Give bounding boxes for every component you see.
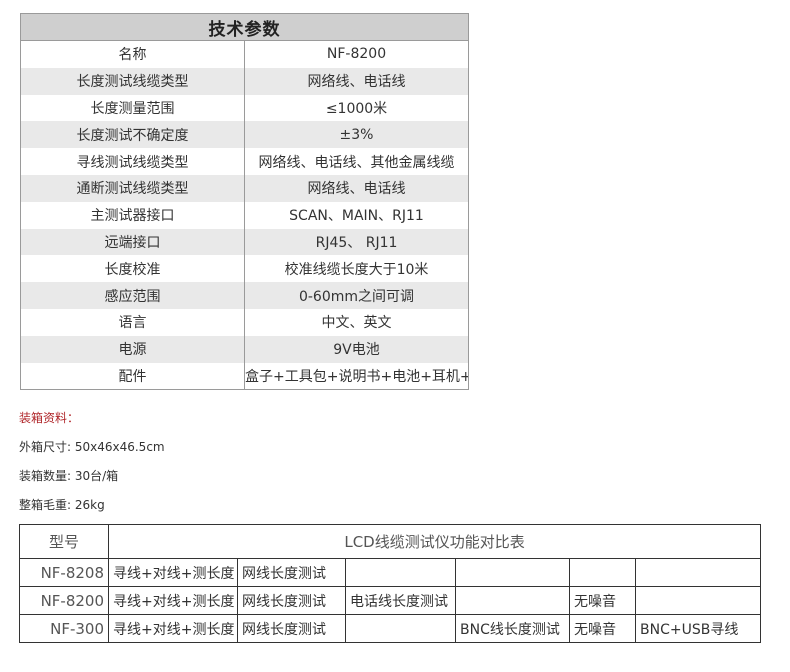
spec-row: 通断测试线缆类型 网络线、电话线 — [20, 174, 469, 202]
spec-name: 长度测试不确定度 — [20, 121, 245, 149]
spec-row: 配件 盒子+工具包+说明书+电池+耳机+鳄鱼夹 — [20, 362, 469, 390]
spec-name: 通断测试线缆类型 — [20, 174, 245, 202]
comparison-row: NF-300 寻线+对线+测长度 网线长度测试 BNC线长度测试 无噪音 BNC… — [19, 614, 762, 643]
spec-row: 长度校准 校准线缆长度大于10米 — [20, 255, 469, 283]
feature-cell: 电话线长度测试 — [345, 586, 456, 615]
spec-row: 长度测量范围 ≤1000米 — [20, 94, 469, 122]
feature-cell — [345, 558, 456, 587]
spec-name: 名称 — [20, 40, 245, 68]
comparison-header-row: 型号 LCD线缆测试仪功能对比表 — [19, 524, 762, 559]
spec-table: 技术参数 名称 NF-8200 长度测试线缆类型 网络线、电话线 长度测量范围 … — [20, 13, 469, 391]
spec-value: 网络线、电话线、其他金属线缆 — [244, 148, 469, 175]
spec-row: 远端接口 RJ45、 RJ11 — [20, 228, 469, 256]
model-header: 型号 — [19, 524, 109, 559]
spec-row: 主测试器接口 SCAN、MAIN、RJ11 — [20, 201, 469, 229]
spec-name: 长度测量范围 — [20, 94, 245, 122]
feature-cell — [345, 614, 456, 643]
spec-value: ≤1000米 — [244, 94, 469, 122]
spec-name: 远端接口 — [20, 228, 245, 256]
feature-cell — [634, 558, 762, 587]
feature-cell — [455, 586, 570, 615]
spec-value: 中文、英文 — [244, 308, 469, 336]
feature-cell — [455, 558, 570, 587]
spec-value: NF-8200 — [244, 40, 469, 68]
spec-name: 主测试器接口 — [20, 201, 245, 229]
packing-quantity: 装箱数量: 30台/箱 — [19, 469, 119, 483]
spec-row: 语言 中文、英文 — [20, 308, 469, 336]
feature-cell: 网线长度测试 — [237, 558, 346, 587]
feature-cell: 寻线+对线+测长度 — [108, 586, 238, 615]
spec-name: 长度测试线缆类型 — [20, 67, 245, 95]
spec-value: SCAN、MAIN、RJ11 — [244, 201, 469, 229]
spec-value: 盒子+工具包+说明书+电池+耳机+鳄鱼夹 — [244, 362, 469, 390]
comparison-title: LCD线缆测试仪功能对比表 — [107, 524, 762, 559]
spec-row: 寻线测试线缆类型 网络线、电话线、其他金属线缆 — [20, 148, 469, 175]
feature-cell: BNC线长度测试 — [455, 614, 570, 643]
spec-row: 长度测试线缆类型 网络线、电话线 — [20, 67, 469, 95]
spec-title: 技术参数 — [20, 13, 469, 41]
feature-cell: BNC+USB寻线 — [634, 614, 762, 643]
spec-value: 校准线缆长度大于10米 — [244, 255, 469, 283]
model-cell: NF-300 — [19, 614, 109, 643]
feature-cell: 网线长度测试 — [237, 586, 346, 615]
comparison-row: NF-8200 寻线+对线+测长度 网线长度测试 电话线长度测试 无噪音 — [19, 586, 762, 615]
spec-name: 长度校准 — [20, 255, 245, 283]
spec-name: 语言 — [20, 308, 245, 336]
feature-cell: 网线长度测试 — [237, 614, 346, 643]
feature-cell: 寻线+对线+测长度 — [108, 558, 238, 587]
spec-value: RJ45、 RJ11 — [244, 228, 469, 256]
spec-value: 0-60mm之间可调 — [244, 282, 469, 309]
spec-title-row: 技术参数 — [20, 13, 469, 41]
spec-row: 名称 NF-8200 — [20, 40, 469, 68]
comparison-row: NF-8208 寻线+对线+测长度 网线长度测试 — [19, 558, 762, 587]
model-cell: NF-8208 — [19, 558, 109, 587]
feature-cell: 寻线+对线+测长度 — [108, 614, 238, 643]
spec-value: 网络线、电话线 — [244, 174, 469, 202]
feature-cell: 无噪音 — [569, 586, 636, 615]
model-cell: NF-8200 — [19, 586, 109, 615]
spec-row: 长度测试不确定度 ±3% — [20, 121, 469, 149]
spec-value: ±3% — [244, 121, 469, 149]
feature-cell — [634, 586, 762, 615]
spec-name: 配件 — [20, 362, 245, 390]
spec-name: 寻线测试线缆类型 — [20, 148, 245, 175]
spec-name: 感应范围 — [20, 282, 245, 309]
gross-weight: 整箱毛重: 26kg — [19, 498, 105, 512]
spec-row: 电源 9V电池 — [20, 335, 469, 363]
packing-heading: 装箱资料： — [19, 411, 80, 425]
spec-name: 电源 — [20, 335, 245, 363]
spec-value: 网络线、电话线 — [244, 67, 469, 95]
spec-value: 9V电池 — [244, 335, 469, 363]
spec-row: 感应范围 0-60mm之间可调 — [20, 282, 469, 309]
carton-size: 外箱尺寸: 50x46x46.5cm — [19, 440, 165, 454]
feature-cell: 无噪音 — [569, 614, 636, 643]
comparison-table: 型号 LCD线缆测试仪功能对比表 NF-8208 寻线+对线+测长度 网线长度测… — [19, 524, 762, 643]
feature-cell — [569, 558, 636, 587]
